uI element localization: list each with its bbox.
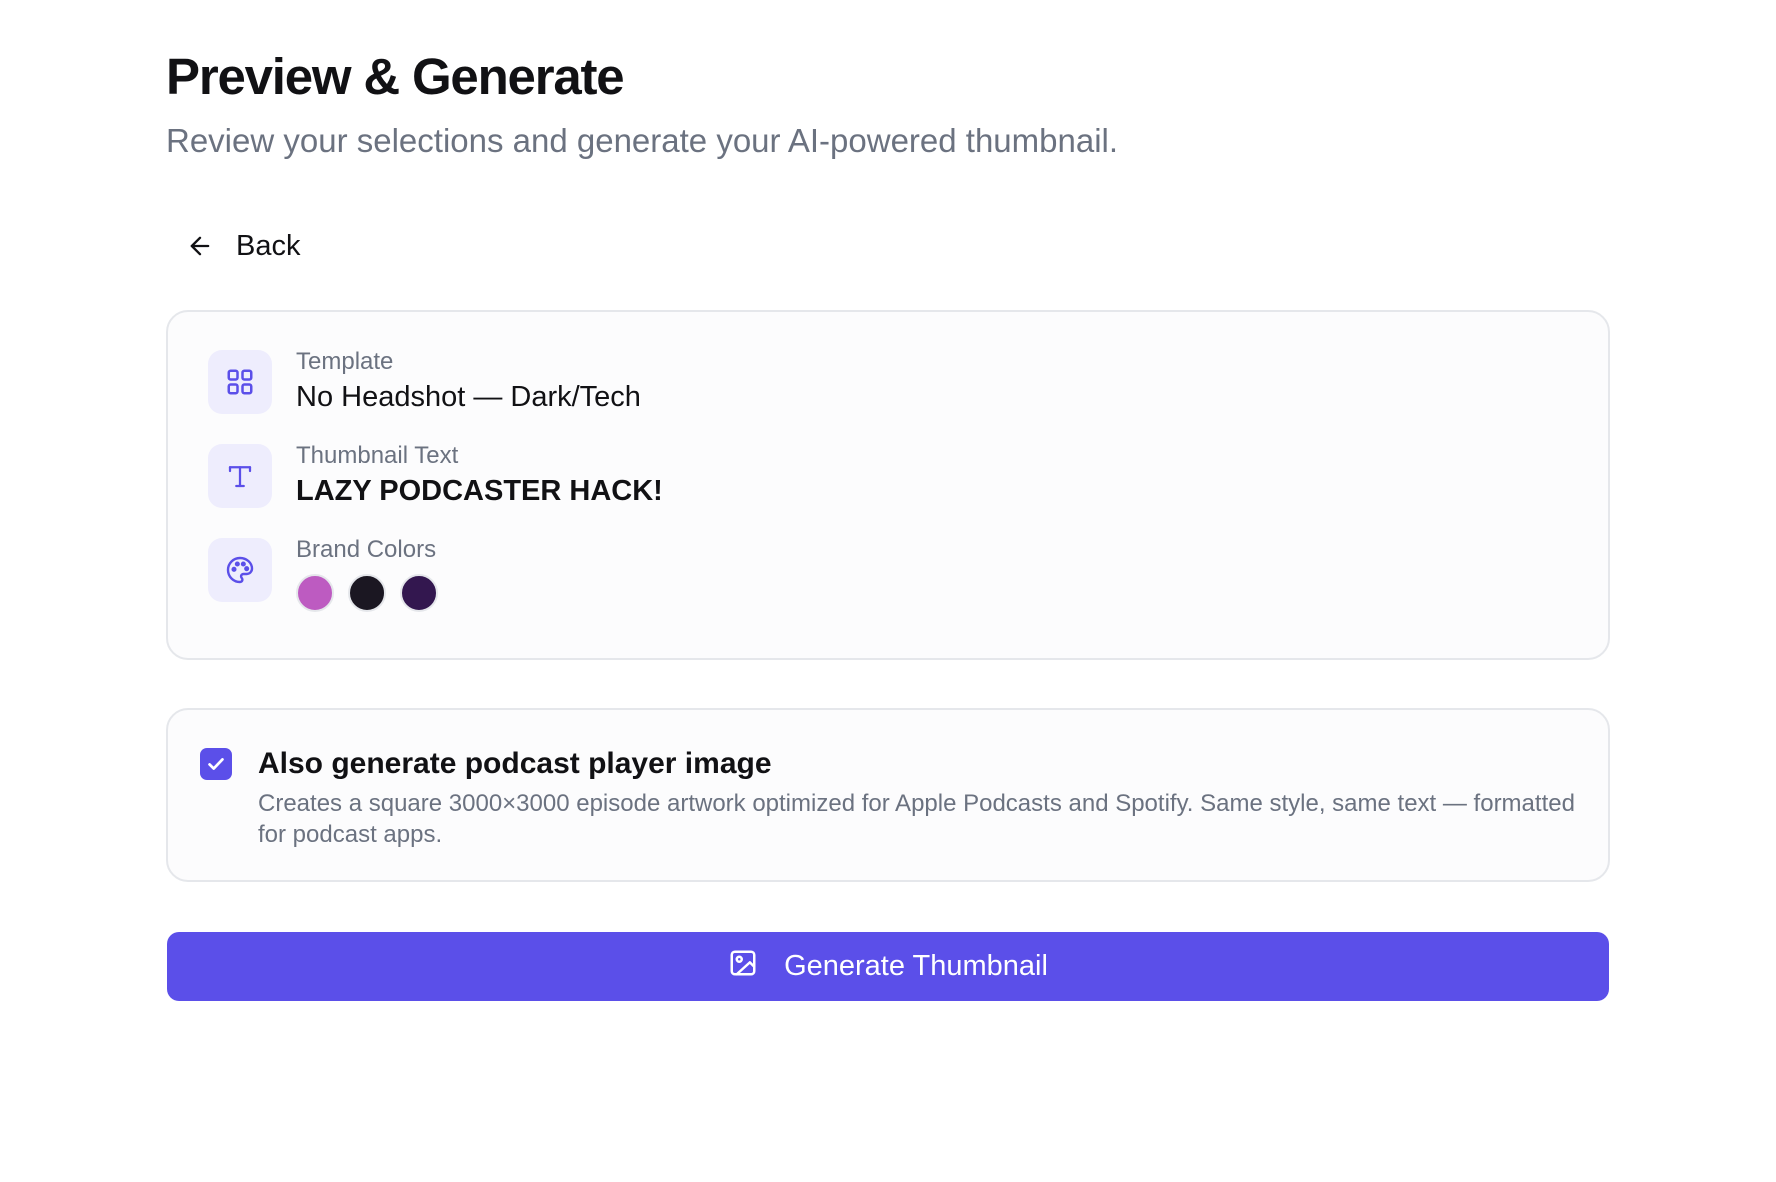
back-button[interactable]: Back <box>178 220 308 272</box>
template-value: No Headshot — Dark/Tech <box>296 381 641 413</box>
thumbnail-text-value: LAZY PODCASTER HACK! <box>296 475 663 507</box>
selection-summary-card: Template No Headshot — Dark/Tech Thumbna… <box>166 310 1610 660</box>
check-icon <box>208 758 224 770</box>
generate-thumbnail-button[interactable]: Generate Thumbnail <box>167 932 1609 1001</box>
page-subtitle: Review your selections and generate your… <box>166 122 1119 159</box>
brand-colors-label: Brand Colors <box>296 536 437 563</box>
color-swatch-3 <box>400 574 438 612</box>
summary-row-thumbnail-text: Thumbnail Text LAZY PODCASTER HACK! <box>208 442 663 510</box>
thumbnail-text-label: Thumbnail Text <box>296 442 459 469</box>
page: Preview & Generate Review your selection… <box>0 0 1776 1182</box>
page-title: Preview & Generate <box>166 48 625 105</box>
summary-row-brand-colors: Brand Colors <box>208 536 438 612</box>
podcast-image-option-title[interactable]: Also generate podcast player image <box>258 744 772 784</box>
generate-thumbnail-label: Generate Thumbnail <box>784 950 1048 982</box>
color-swatch-2 <box>348 574 386 612</box>
palette-icon <box>208 538 272 602</box>
text-icon <box>208 444 272 508</box>
back-button-label: Back <box>236 229 301 262</box>
color-swatch-1 <box>296 574 334 612</box>
image-icon <box>728 948 758 986</box>
podcast-image-option-card: Also generate podcast player image Creat… <box>166 708 1610 882</box>
podcast-image-option-description: Creates a square 3000×3000 episode artwo… <box>258 790 1575 848</box>
brand-color-swatches <box>296 574 438 612</box>
template-label: Template <box>296 348 394 375</box>
podcast-image-checkbox[interactable] <box>200 748 232 780</box>
arrow-left-icon <box>186 232 214 260</box>
grid-icon <box>208 350 272 414</box>
summary-row-template: Template No Headshot — Dark/Tech <box>208 348 641 416</box>
